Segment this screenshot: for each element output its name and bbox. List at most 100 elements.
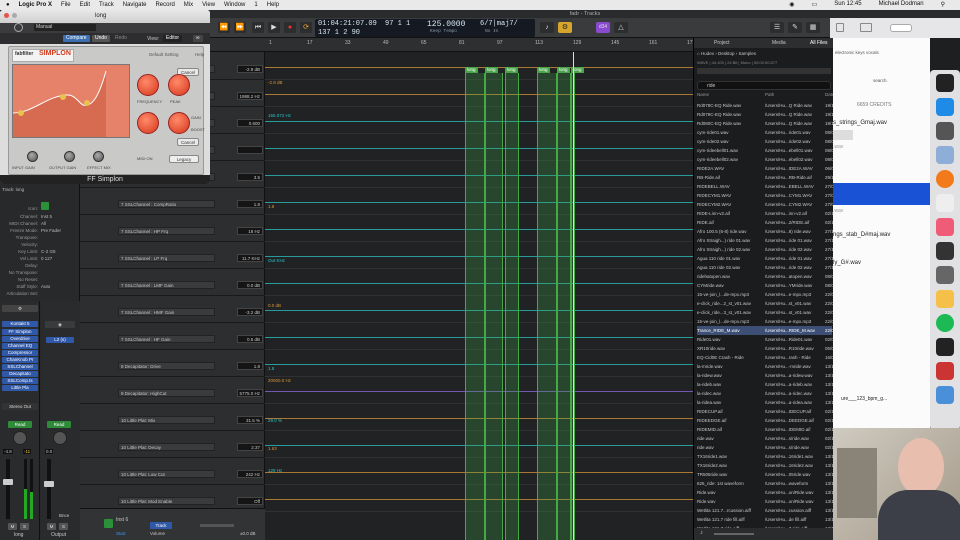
menu-view[interactable]: View bbox=[202, 2, 215, 8]
track-button[interactable]: Track bbox=[150, 522, 172, 529]
pan-knob[interactable] bbox=[53, 431, 67, 445]
track-row[interactable]: 7 SSLChannel : CompRatio 1.8 bbox=[80, 188, 265, 215]
output-gain-knob[interactable] bbox=[64, 151, 75, 162]
user-name[interactable]: Michael Dodman bbox=[879, 1, 924, 8]
plugin-slot[interactable]: Decapitato bbox=[2, 371, 38, 377]
region-label[interactable]: long bbox=[485, 67, 498, 73]
region[interactable] bbox=[537, 73, 557, 540]
track-row[interactable]: 7 SSLChannel : HMF Gain -3.2 dB bbox=[80, 296, 265, 323]
track-row[interactable]: 7 SSLChannel : HF Gain 0.5 dB bbox=[80, 323, 265, 350]
browser-file-row[interactable]: Ride.wav/Users/Hu...on/Ride.wav13/12/199… bbox=[697, 488, 849, 497]
automation-parameter-selector[interactable]: 7 SSLChannel : CompRatio bbox=[118, 200, 215, 208]
undo-button[interactable]: Undo bbox=[92, 35, 110, 42]
browser-file-row[interactable]: RIDEBELL.WAV/Users/Hu...EBELL.WAV27/04/1… bbox=[697, 182, 846, 191]
inspector-row[interactable]: Velocity: bbox=[2, 242, 78, 247]
inspector-row[interactable]: Channel: Inst 5 bbox=[2, 214, 78, 219]
automation-line[interactable] bbox=[265, 67, 693, 68]
bounce-label[interactable]: Bnce bbox=[59, 513, 69, 518]
automation-value[interactable]: 3.5 bbox=[237, 173, 263, 181]
track-row[interactable]: 7 SSLChannel : HP Frq 18 Hz bbox=[80, 215, 265, 242]
genre-tabs[interactable]: electronic keys vocals bbox=[835, 50, 879, 55]
effect-mix-knob[interactable] bbox=[93, 151, 104, 162]
forward-button[interactable]: ⏩ bbox=[234, 22, 246, 33]
automation-value[interactable]: 31.5 % bbox=[237, 416, 263, 424]
lcd-display[interactable]: 01:04:21:07.09 137 1 2 90 97 1 1 125.000… bbox=[315, 19, 535, 37]
pan-knob[interactable] bbox=[13, 431, 27, 445]
track-row[interactable]: 10 Little Plat: Mix 31.5 % bbox=[80, 404, 265, 431]
browser-file-row[interactable]: 15-ve-join_l...de-mpx.mp3/Users/Hu...e-m… bbox=[697, 290, 846, 299]
inspector-row[interactable]: No Reset: bbox=[2, 277, 78, 282]
library-button[interactable]: ▦ bbox=[806, 22, 820, 33]
browser-file-row[interactable]: Afro Straigh...) ride 01.wav/Users/Hu...… bbox=[697, 236, 846, 245]
plugin-slot[interactable]: FF Simplon bbox=[2, 329, 38, 335]
browser-file-row[interactable]: cym-rideebell02.wav/Users/Hu...ebell02.w… bbox=[697, 155, 846, 164]
menu-window[interactable]: Window bbox=[224, 2, 245, 8]
filter-node-1[interactable] bbox=[18, 110, 24, 116]
browser-file-row[interactable]: TX16ride2.wav/Users/Hu...16ride2.wav13/1… bbox=[697, 461, 849, 470]
to-start-button[interactable]: ⏮ bbox=[252, 22, 264, 33]
browser-file-row[interactable]: RIDECUP.aif/Users/Hu...IDECUP.aif02/10/2… bbox=[697, 407, 846, 416]
frequency-knob-2[interactable] bbox=[137, 112, 159, 134]
inspector-icon-row[interactable]: Icon: bbox=[2, 202, 78, 211]
record-button[interactable]: ● bbox=[284, 22, 296, 33]
web-result[interactable]: ngs_stab_D#maj.wav bbox=[833, 232, 890, 238]
browser-file-row[interactable]: Ride01.wav/Users/Hu...Ride01.wav02/01/19… bbox=[697, 335, 846, 344]
menu-1[interactable]: 1 bbox=[254, 2, 257, 8]
browser-file-row[interactable]: Wetlita 121.7...rcussion.aiff/Users/Hu..… bbox=[697, 506, 849, 515]
start-button[interactable]: Start bbox=[116, 531, 126, 536]
web-result[interactable]: s_strings_Gmaj.wav bbox=[833, 120, 887, 126]
menu-navigate[interactable]: Navigate bbox=[123, 2, 147, 8]
plugin-slot[interactable]: Overdrive bbox=[2, 336, 38, 342]
inspector-row[interactable]: Staff Style: Auto bbox=[2, 284, 78, 289]
automation-parameter-selector[interactable]: 10 Little Plat: Decay bbox=[118, 443, 215, 451]
app-icon[interactable] bbox=[936, 290, 954, 308]
browser-file-row[interactable]: RIDE.aif/Users/Hu...2/RIDE.aif02/10/20..… bbox=[697, 218, 846, 227]
app-store-icon[interactable] bbox=[936, 98, 954, 116]
bar-ruler[interactable]: 1173349658197113129145161177 bbox=[265, 38, 693, 52]
web-result[interactable]: ure___123_bpm_g... bbox=[841, 396, 887, 402]
browser-file-row[interactable]: e-click_ride...2_st_v01.wav/Users/Hu...s… bbox=[697, 299, 846, 308]
playhead[interactable] bbox=[573, 52, 574, 540]
plugin-slot[interactable]: ChanKnob Pr bbox=[2, 357, 38, 363]
fader-track[interactable] bbox=[6, 459, 10, 519]
automation-value[interactable]: 242 Hz bbox=[237, 470, 263, 478]
menu-edit[interactable]: Edit bbox=[80, 2, 90, 8]
browser-file-row[interactable]: cym-ride02.wav/Users/Hu...ride02.wav08/0… bbox=[697, 137, 846, 146]
preview-icon[interactable] bbox=[936, 146, 954, 164]
browser-file-row[interactable]: RIDE2A.WAV/Users/Hu...IDE2A.WAV06/04/20.… bbox=[697, 164, 846, 173]
filter-node-2[interactable] bbox=[60, 94, 66, 100]
count-in-button[interactable]: d34 bbox=[596, 22, 610, 33]
automation-parameter-selector[interactable]: 10 Little Plat: Mix bbox=[118, 416, 215, 424]
plugin-slot[interactable]: SSLChannel bbox=[2, 364, 38, 370]
top-search-input[interactable] bbox=[890, 24, 912, 32]
inspector-row[interactable]: Freeze Mode: Pre Fader bbox=[2, 228, 78, 233]
automation-value[interactable]: 5775.0 Hz bbox=[237, 389, 263, 397]
browser-file-row[interactable]: EQ-Cid0E Crash - Ride/Users/Hu...rash - … bbox=[697, 353, 846, 362]
volume-slider[interactable] bbox=[200, 524, 234, 527]
automation-value[interactable]: 0.600 bbox=[237, 119, 263, 127]
automation-value[interactable] bbox=[237, 146, 263, 154]
automation-value[interactable]: 2.37 bbox=[237, 443, 263, 451]
volume-fader[interactable] bbox=[44, 481, 54, 487]
browser-file-row[interactable]: Agua 110 ride 01.wav/Users/Hu...ride 01.… bbox=[697, 254, 846, 263]
inspector-row[interactable]: Articulation Set: bbox=[2, 291, 78, 296]
filter-graph[interactable] bbox=[12, 64, 130, 138]
track-row-inst6[interactable]: Inst 6 Start Volume Track ±0.0 dB bbox=[80, 508, 265, 540]
rewind-button[interactable]: ⏪ bbox=[218, 22, 230, 33]
tab-project[interactable]: Project bbox=[714, 40, 730, 46]
web-result[interactable]: ly_G#.wav bbox=[833, 260, 861, 266]
redo-button[interactable]: Redo bbox=[112, 35, 130, 42]
automation-parameter-selector[interactable]: 9 Decapitator: HighCut bbox=[118, 389, 215, 397]
automation-value[interactable]: -3.2 dB bbox=[237, 308, 263, 316]
power-icon[interactable] bbox=[14, 23, 23, 32]
inspector-row[interactable]: No Transpose: bbox=[2, 270, 78, 275]
browser-search-input[interactable]: ride bbox=[697, 81, 831, 90]
output-selector[interactable]: Stereo Out bbox=[2, 403, 38, 410]
minimize-icon[interactable] bbox=[12, 13, 17, 18]
close-icon[interactable] bbox=[4, 13, 9, 18]
path-hudex[interactable]: Hudex bbox=[701, 51, 714, 56]
link-icon[interactable]: ∞ bbox=[193, 35, 203, 42]
track-row[interactable]: 10 Little Plat: Low Cut 242 Hz bbox=[80, 458, 265, 485]
track-row[interactable]: 9 Decapitator: HighCut 5775.0 Hz bbox=[80, 377, 265, 404]
region[interactable] bbox=[557, 73, 571, 540]
